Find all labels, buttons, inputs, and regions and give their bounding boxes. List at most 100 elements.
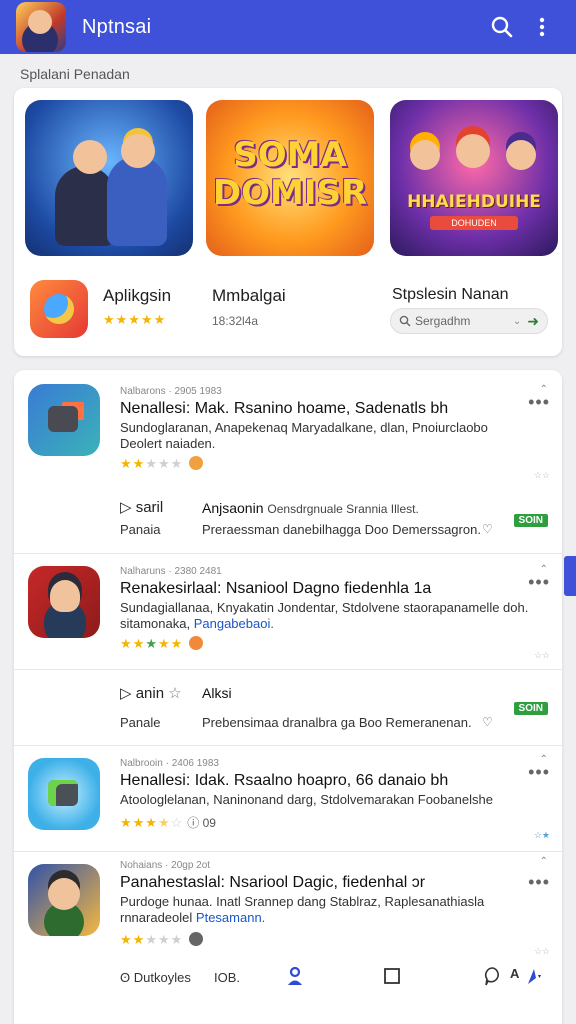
star-outline-icon[interactable]: ☆ [168,685,181,702]
app-name[interactable]: Nenallesi: Mak. Rsanino hoame, Sadenatls… [120,400,448,418]
nav-item-label[interactable]: ʘ Dutkoyles [120,970,191,985]
search-icon [399,315,411,327]
star-mini-icon: ☆☆ [533,946,550,956]
banner-face [73,140,107,174]
arrow-right-icon[interactable]: ➜ [527,313,539,330]
heart-icon[interactable]: ♡ [482,522,493,536]
action-subtitle: Oensdrgnuale Srannia Illest. [267,502,419,516]
desc-link[interactable]: Ptesamann. [196,910,265,925]
app-meta: Nalbarons · 2905 1983 [120,386,222,397]
flag-icon[interactable] [524,966,544,989]
more-horiz-icon[interactable]: ••• [528,762,550,783]
app-name[interactable]: Henallesi: Idak. Rsaalno hoapro, 66 dana… [120,772,448,790]
banner-character [55,166,115,246]
app-icon[interactable] [28,384,100,456]
divider [14,851,562,852]
action-description: Preraessman danebilhagga Doo Demerssagro… [202,522,481,537]
featured-banner-2[interactable]: SOMA DOMISR [206,100,374,256]
featured-app-name[interactable]: Aplikgsin [103,286,171,306]
action-label: Panale [120,715,161,730]
divider [14,745,562,746]
desc-text: Purdoge hunaa. Inatl Srannep dang Stablr… [120,894,485,925]
featured-item-name[interactable]: Stpslesin Nanan [392,286,509,304]
heart-icon[interactable]: ♡ [482,715,493,729]
banner-face [410,140,440,170]
search-icon[interactable] [482,7,522,47]
badge-icon [189,456,204,470]
app-avatar[interactable] [16,2,66,52]
chevron-down-icon: ⌄ [512,315,522,327]
desc-link[interactable]: Pangabebaoi. [194,616,274,631]
featured-banner-3[interactable]: HHAIEHDUIHE DOHUDEN [390,100,558,256]
app-rating: ★★★★☆ ⓘ 09 [120,815,216,830]
badge-icon [189,932,204,946]
banner-character [107,156,167,246]
app-rating: ★★★★★ [120,636,204,652]
app-icon[interactable] [28,864,100,936]
play-label: saril [135,499,164,516]
action-name[interactable]: Alksi [202,685,232,701]
app-meta: Nalharuns · 2380 2481 [120,566,222,577]
app-description: Sundagiallanaa, Knyakatin Jondentar, Std… [120,600,530,632]
featured-item-time: 18:32l4a [212,314,259,328]
banner-face [506,140,536,170]
more-vert-icon[interactable] [522,7,562,47]
star-mini-icon: ☆★ [533,830,550,840]
section-title: Splalani Penadan [20,66,130,82]
desc-text: Sundagiallanaa, Knyakatin Jondentar, Std… [120,600,529,631]
search-text: Sergadhm [415,314,471,328]
app-name[interactable]: Panahestaslal: Nsariool Dagic, fiedenhal… [120,874,425,892]
app-title: Nptnsai [82,15,152,38]
play-label: anin [135,685,165,702]
app-description: Sundoglaranan, Anapekenaq Maryadalkane, … [120,420,488,451]
featured-app-rating: ★★★★★ [103,312,167,327]
status-badge: SOIN [513,702,548,715]
divider [14,553,562,554]
app-icon[interactable] [28,566,100,638]
featured-banner-1[interactable] [25,100,193,256]
more-horiz-icon[interactable]: ••• [528,572,550,593]
nav-item-label[interactable]: IOB. [214,970,240,985]
star-mini-icon: ☆☆ [533,470,550,480]
app-description: Purdoge hunaa. Inatl Srannep dang Stablr… [120,894,530,926]
app-rating: ★★★★★ [120,456,204,472]
square-icon[interactable] [384,968,400,987]
banner-title: HHAIEHDUIHE [407,192,541,212]
status-badge: SOIN [513,514,548,527]
play-icon[interactable]: ▷ anin ☆ [120,684,182,702]
rating-score: ⓘ 09 [187,816,216,830]
action-label: Panaia [120,522,161,537]
profile-icon[interactable] [286,966,304,989]
banner-face [121,134,155,168]
app-list: Nalbarons · 2905 1983 Nenallesi: Mak. Rs… [14,370,562,1024]
chevron-up-icon[interactable]: ⌃ [540,856,548,867]
divider [14,669,562,670]
chat-icon[interactable] [484,966,502,989]
action-title: Anjsaonin [202,500,264,516]
banner-subtitle: DOHUDEN [430,216,518,230]
featured-card: SOMA DOMISR HHAIEHDUIHE DOHUDEN Aplikgsi… [14,88,562,356]
app-name[interactable]: Renakesirlaal: Nsaniool Dagno fiedenhla … [120,580,431,598]
app-rating: ★★★★★ [120,932,204,948]
banner-face [456,134,490,168]
app-bar: Nptnsai [0,0,576,54]
app-icon[interactable] [28,758,100,830]
bottom-nav: ʘ Dutkoyles IOB. A [14,960,562,1000]
font-icon[interactable]: A [510,966,519,981]
app-description: Atoologlelanan, Naninonand darg, Stdolve… [120,792,493,807]
nav-label: Dutkoyles [133,970,191,985]
action-description: Prebensimaa dranalbra ga Boo Remeranenan… [202,715,472,730]
badge-icon [189,636,204,650]
app-meta: Nohaians · 20gp 2ot [120,860,211,871]
app-meta: Nalbrooin · 2406 1983 [120,758,219,769]
play-icon[interactable]: ▷ saril [120,498,163,516]
featured-search-field[interactable]: Sergadhm ⌄ ➜ [390,308,548,334]
featured-item-name[interactable]: Mmbalgai [212,286,286,306]
banner-title: SOMA DOMISR [212,135,368,213]
more-horiz-icon[interactable]: ••• [528,872,550,893]
featured-app-icon[interactable] [30,280,88,338]
action-name[interactable]: Anjsaonin Oensdrgnuale Srannia Illest. [202,500,419,516]
star-mini-icon: ☆☆ [533,650,550,660]
scrollbar-thumb[interactable] [564,556,576,596]
more-horiz-icon[interactable]: ••• [528,392,550,413]
